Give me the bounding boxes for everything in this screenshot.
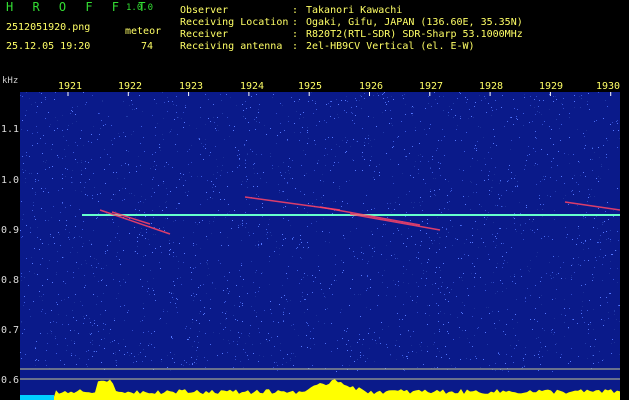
x-tick-label: 1925 bbox=[298, 81, 323, 92]
x-tick-label: 1923 bbox=[179, 81, 204, 92]
info-key-observer: Observer bbox=[180, 5, 229, 16]
info-separator: : bbox=[292, 5, 299, 16]
y-tick-label: 0.6 bbox=[1, 375, 20, 386]
info-separator: : bbox=[292, 17, 299, 28]
date-time: 25.12.05 19:20 bbox=[6, 41, 91, 52]
file-name: 2512051920.png bbox=[6, 22, 91, 33]
noise-field bbox=[20, 92, 620, 372]
x-tick-label: 1926 bbox=[359, 81, 384, 92]
y-tick-label: 1.1 bbox=[1, 124, 20, 135]
x-tick-label: 1930 bbox=[596, 81, 621, 92]
info-value-observer: Takanori Kawachi bbox=[306, 5, 403, 16]
info-value-antenna: 2el-HB9CV Vertical (el. E-W) bbox=[306, 41, 475, 52]
y-tick-label: 0.7 bbox=[1, 325, 20, 336]
minute-ticks bbox=[67, 92, 612, 96]
spectrogram-canvas bbox=[20, 92, 620, 400]
info-key-antenna: Receiving antenna bbox=[180, 41, 283, 52]
info-separator: : bbox=[292, 41, 299, 52]
header-panel: H R O F F T 1.0.0 2512051920.png meteor … bbox=[0, 0, 629, 75]
x-tick-label: 1921 bbox=[58, 81, 83, 92]
x-tick-label: 1928 bbox=[479, 81, 504, 92]
x-tick-label: 1929 bbox=[539, 81, 564, 92]
meteor-label: meteor bbox=[125, 26, 162, 37]
info-value-receiver: R820T2(RTL-SDR) SDR-Sharp 53.1000MHz bbox=[306, 29, 523, 40]
y-tick-label: 0.8 bbox=[1, 275, 20, 286]
info-key-receiver: Receiver bbox=[180, 29, 229, 40]
y-tick-label: 1.0 bbox=[1, 175, 20, 186]
meteor-histogram bbox=[20, 379, 620, 400]
info-key-location: Receiving Location bbox=[180, 17, 289, 28]
y-tick-label: 0.9 bbox=[1, 225, 20, 236]
histogram-baseline bbox=[20, 395, 54, 400]
y-axis-unit: kHz bbox=[2, 76, 19, 86]
x-tick-label: 1924 bbox=[240, 81, 265, 92]
info-separator: : bbox=[292, 29, 299, 40]
spectrogram-plot bbox=[20, 92, 620, 400]
x-tick-label: 1922 bbox=[118, 81, 143, 92]
app-version: 1.0.0 bbox=[126, 3, 154, 13]
info-value-location: Ogaki, Gifu, JAPAN (136.60E, 35.35N) bbox=[306, 17, 523, 28]
x-tick-label: 1927 bbox=[419, 81, 444, 92]
meteor-count: 74 bbox=[141, 41, 154, 52]
